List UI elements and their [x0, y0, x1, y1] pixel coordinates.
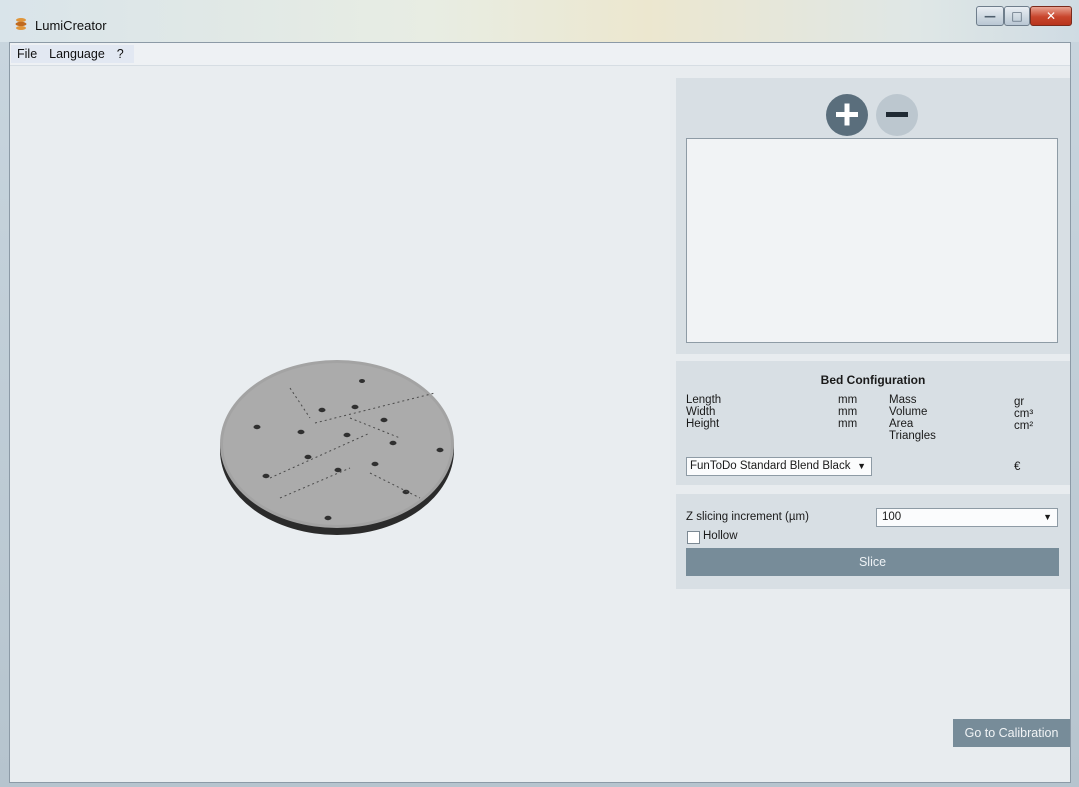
- model-panel: [676, 78, 1070, 354]
- hollow-label: Hollow: [703, 530, 738, 542]
- material-select[interactable]: FunToDo Standard Blend Black ▼: [686, 457, 872, 476]
- bed-configuration-title: Bed Configuration: [820, 373, 926, 387]
- z-slicing-label: Z slicing increment (µm): [686, 511, 809, 523]
- menu-help[interactable]: ?: [111, 45, 130, 63]
- close-icon: ✕: [1045, 9, 1057, 23]
- app-window: LumiCreator — □ ✕ File Language? Bed Con…: [0, 0, 1079, 787]
- menu-language[interactable]: Language: [43, 45, 111, 63]
- height-label: Height: [686, 418, 720, 430]
- area-unit: cm²: [1014, 420, 1034, 432]
- maximize-icon: □: [1011, 9, 1023, 23]
- menu-bar: File Language?: [10, 43, 1070, 66]
- 3d-viewport[interactable]: [10, 66, 670, 782]
- currency-label: €: [1014, 461, 1021, 473]
- chevron-down-icon: ▼: [857, 461, 866, 471]
- client-area: File Language? Bed Configuration Length …: [9, 42, 1071, 783]
- app-icon: [15, 18, 27, 30]
- minimize-button[interactable]: —: [976, 6, 1004, 26]
- z-slicing-select[interactable]: 100 ▼: [876, 508, 1058, 527]
- hollow-checkbox[interactable]: [687, 531, 700, 544]
- height-unit: mm: [838, 418, 858, 430]
- menu-file[interactable]: File: [11, 45, 43, 63]
- z-slicing-value: 100: [882, 511, 902, 523]
- remove-model-button[interactable]: [876, 94, 918, 136]
- slicing-panel: Z slicing increment (µm) 100 ▼ Hollow Sl…: [676, 494, 1070, 589]
- close-button[interactable]: ✕: [1030, 6, 1072, 26]
- model-list[interactable]: [686, 138, 1058, 343]
- chevron-down-icon: ▼: [1043, 512, 1052, 522]
- title-bar: LumiCreator — □ ✕: [0, 0, 1079, 42]
- minimize-icon: —: [984, 9, 996, 23]
- material-select-value: FunToDo Standard Blend Black: [690, 460, 851, 472]
- maximize-button[interactable]: □: [1004, 6, 1030, 26]
- build-plate-model[interactable]: [220, 358, 460, 538]
- add-model-button[interactable]: [826, 94, 868, 136]
- bed-configuration-panel: Bed Configuration Length Width Height mm…: [676, 361, 1070, 485]
- minus-circle-icon: [886, 112, 908, 117]
- triangles-label: Triangles: [889, 430, 936, 442]
- plus-circle-icon: [836, 103, 858, 126]
- window-title: LumiCreator: [35, 18, 107, 33]
- go-to-calibration-button[interactable]: Go to Calibration: [953, 719, 1070, 747]
- slice-button[interactable]: Slice: [686, 548, 1059, 576]
